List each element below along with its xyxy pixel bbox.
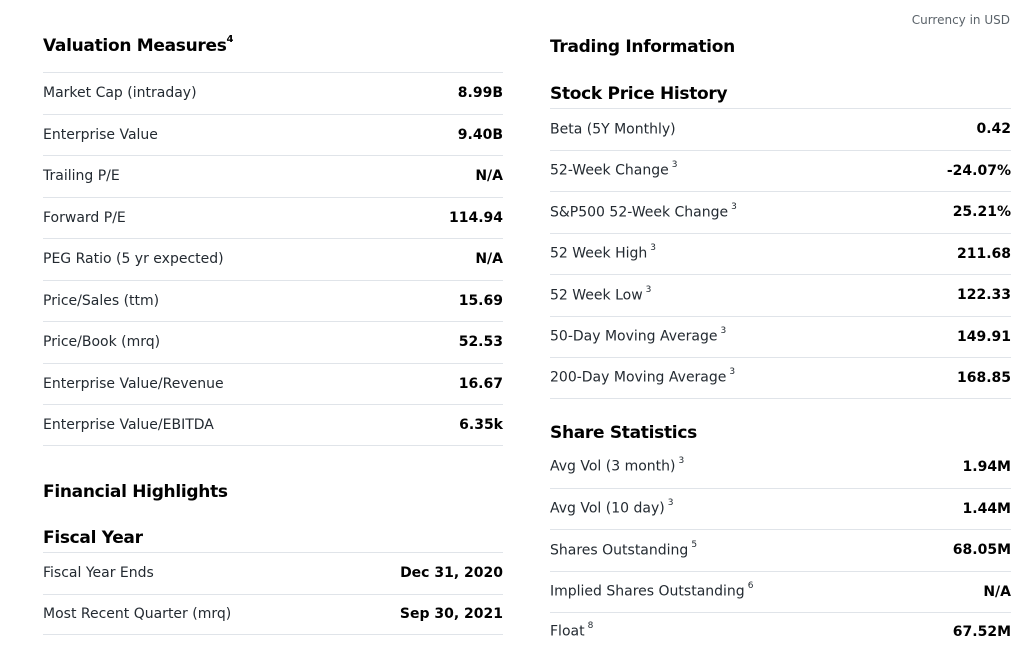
footnote: 6 xyxy=(747,581,754,592)
valuation-title-footnote: 4 xyxy=(226,34,234,46)
footnote: 3 xyxy=(667,498,674,509)
table-row: Shares Outstanding 5 68.05M xyxy=(550,529,1011,571)
row-value: 15.69 xyxy=(458,292,503,309)
footnote: 3 xyxy=(729,367,736,378)
table-row: Beta (5Y Monthly) 0.42 xyxy=(550,108,1011,150)
row-label: Enterprise Value/Revenue xyxy=(43,375,224,392)
row-label: Avg Vol (10 day) 3 xyxy=(550,498,674,518)
row-label: 52 Week Low 3 xyxy=(550,284,652,304)
share-statistics-table: Avg Vol (3 month) 3 1.94M Avg Vol (10 day… xyxy=(550,446,1011,650)
table-row: Price/Sales (ttm) 15.69 xyxy=(43,279,503,322)
row-value: N/A xyxy=(475,168,503,185)
table-row: Forward P/E 114.94 xyxy=(43,196,503,239)
row-value: 0.42 xyxy=(976,121,1011,138)
fiscal-year-title: Fiscal Year xyxy=(43,528,143,548)
row-value: Dec 31, 2020 xyxy=(400,565,503,582)
row-value: 6.35k xyxy=(459,417,503,433)
row-value: 168.85 xyxy=(956,369,1011,386)
table-row: Market Cap (intraday) 8.99B xyxy=(43,72,503,114)
table-row: Enterprise Value 9.40B xyxy=(43,113,503,156)
footnote: 3 xyxy=(671,160,678,171)
footnote: 3 xyxy=(731,201,737,212)
row-label: Enterprise Value xyxy=(43,126,158,143)
row-value: 25.21% xyxy=(952,204,1011,221)
stock-price-history-table: Beta (5Y Monthly) 0.42 52-Week Change 3 -… xyxy=(550,108,1011,399)
table-row: 50-Day Moving Average 3 149.91 xyxy=(550,315,1011,358)
row-label: S&P500 52-Week Change 3 xyxy=(550,201,737,221)
row-value: 16.67 xyxy=(458,375,503,392)
row-value: 122.33 xyxy=(956,287,1011,304)
currency-note: Currency in USD xyxy=(911,13,1010,27)
table-row: Fiscal Year Ends Dec 31, 2020 xyxy=(43,552,503,594)
table-row: 52 Week Low 3 122.33 xyxy=(550,274,1011,316)
share-statistics-title: Share Statistics xyxy=(550,423,697,443)
row-label: Most Recent Quarter (mrq) xyxy=(43,606,232,623)
row-value: 67.52M xyxy=(952,623,1011,640)
trading-information-title: Trading Information xyxy=(550,37,735,57)
financial-highlights-title: Financial Highlights xyxy=(43,482,228,502)
footnote: 3 xyxy=(678,456,685,467)
row-value: 9.40B xyxy=(457,126,503,143)
row-label: Fiscal Year Ends xyxy=(43,565,154,582)
row-value: 8.99B xyxy=(457,85,503,102)
row-value: Sep 30, 2021 xyxy=(399,606,503,623)
table-row: Price/Book (mrq) 52.53 xyxy=(43,321,503,363)
table-row: Avg Vol (10 day) 3 1.44M xyxy=(550,487,1011,530)
footnote: 3 xyxy=(720,326,727,337)
row-label: PEG Ratio (5 yr expected) xyxy=(43,251,224,268)
table-row: Trailing P/E N/A xyxy=(43,155,503,197)
row-value: N/A xyxy=(475,251,503,268)
row-value: 1.94M xyxy=(962,458,1011,475)
row-label: Implied Shares Outstanding 6 xyxy=(550,581,754,601)
table-row: 200-Day Moving Average 3 168.85 xyxy=(550,357,1011,399)
row-value: 149.91 xyxy=(956,328,1011,345)
statistics-page: Currency in USD Valuation Measures4 Mark… xyxy=(0,0,1024,653)
row-label: 52-Week Change 3 xyxy=(550,160,678,180)
footnote: 5 xyxy=(691,539,698,550)
row-label: 52 Week High 3 xyxy=(550,243,656,263)
row-value: 114.94 xyxy=(448,209,503,226)
row-label: Price/Book (mrq) xyxy=(43,334,161,351)
row-value: 52.53 xyxy=(458,334,503,351)
row-value: 1.44M xyxy=(962,500,1011,517)
row-label: Beta (5Y Monthly) xyxy=(550,121,676,138)
table-row: Avg Vol (3 month) 3 1.94M xyxy=(550,446,1011,488)
footnote: 8 xyxy=(587,621,594,632)
table-row: 52 Week High 3 211.68 xyxy=(550,232,1011,275)
table-row: Implied Shares Outstanding 6 N/A xyxy=(550,570,1011,613)
row-label: Forward P/E xyxy=(43,209,126,226)
valuation-table: Market Cap (intraday) 8.99B Enterprise V… xyxy=(43,72,503,446)
row-label: Trailing P/E xyxy=(43,168,120,185)
row-value: 68.05M xyxy=(952,542,1011,559)
row-label: 50-Day Moving Average 3 xyxy=(550,326,727,346)
footnote: 3 xyxy=(650,243,656,254)
fiscal-year-table: Fiscal Year Ends Dec 31, 2020 Most Recen… xyxy=(43,552,503,635)
valuation-measures-title: Valuation Measures4 xyxy=(43,34,234,56)
table-row: Most Recent Quarter (mrq) Sep 30, 2021 xyxy=(43,593,503,635)
row-value: -24.07% xyxy=(946,162,1011,179)
row-label: 200-Day Moving Average 3 xyxy=(550,367,736,387)
footnote: 3 xyxy=(645,284,652,295)
row-label: Float 8 xyxy=(550,621,594,640)
row-label: Market Cap (intraday) xyxy=(43,85,197,102)
table-row: S&P500 52-Week Change 3 25.21% xyxy=(550,191,1011,233)
table-row: PEG Ratio (5 yr expected) N/A xyxy=(43,238,503,280)
row-label: Enterprise Value/EBITDA xyxy=(43,417,214,433)
table-row: Enterprise Value/EBITDA 6.35k xyxy=(43,404,503,446)
row-value: 211.68 xyxy=(956,245,1011,262)
row-label: Avg Vol (3 month) 3 xyxy=(550,456,685,476)
table-row: Enterprise Value/Revenue 16.67 xyxy=(43,362,503,405)
table-row: Float 8 67.52M xyxy=(550,612,1011,650)
stock-price-history-title: Stock Price History xyxy=(550,84,728,104)
table-row: 52-Week Change 3 -24.07% xyxy=(550,149,1011,192)
row-value: N/A xyxy=(983,583,1011,600)
row-label: Price/Sales (ttm) xyxy=(43,292,160,309)
row-label: Shares Outstanding 5 xyxy=(550,539,698,559)
